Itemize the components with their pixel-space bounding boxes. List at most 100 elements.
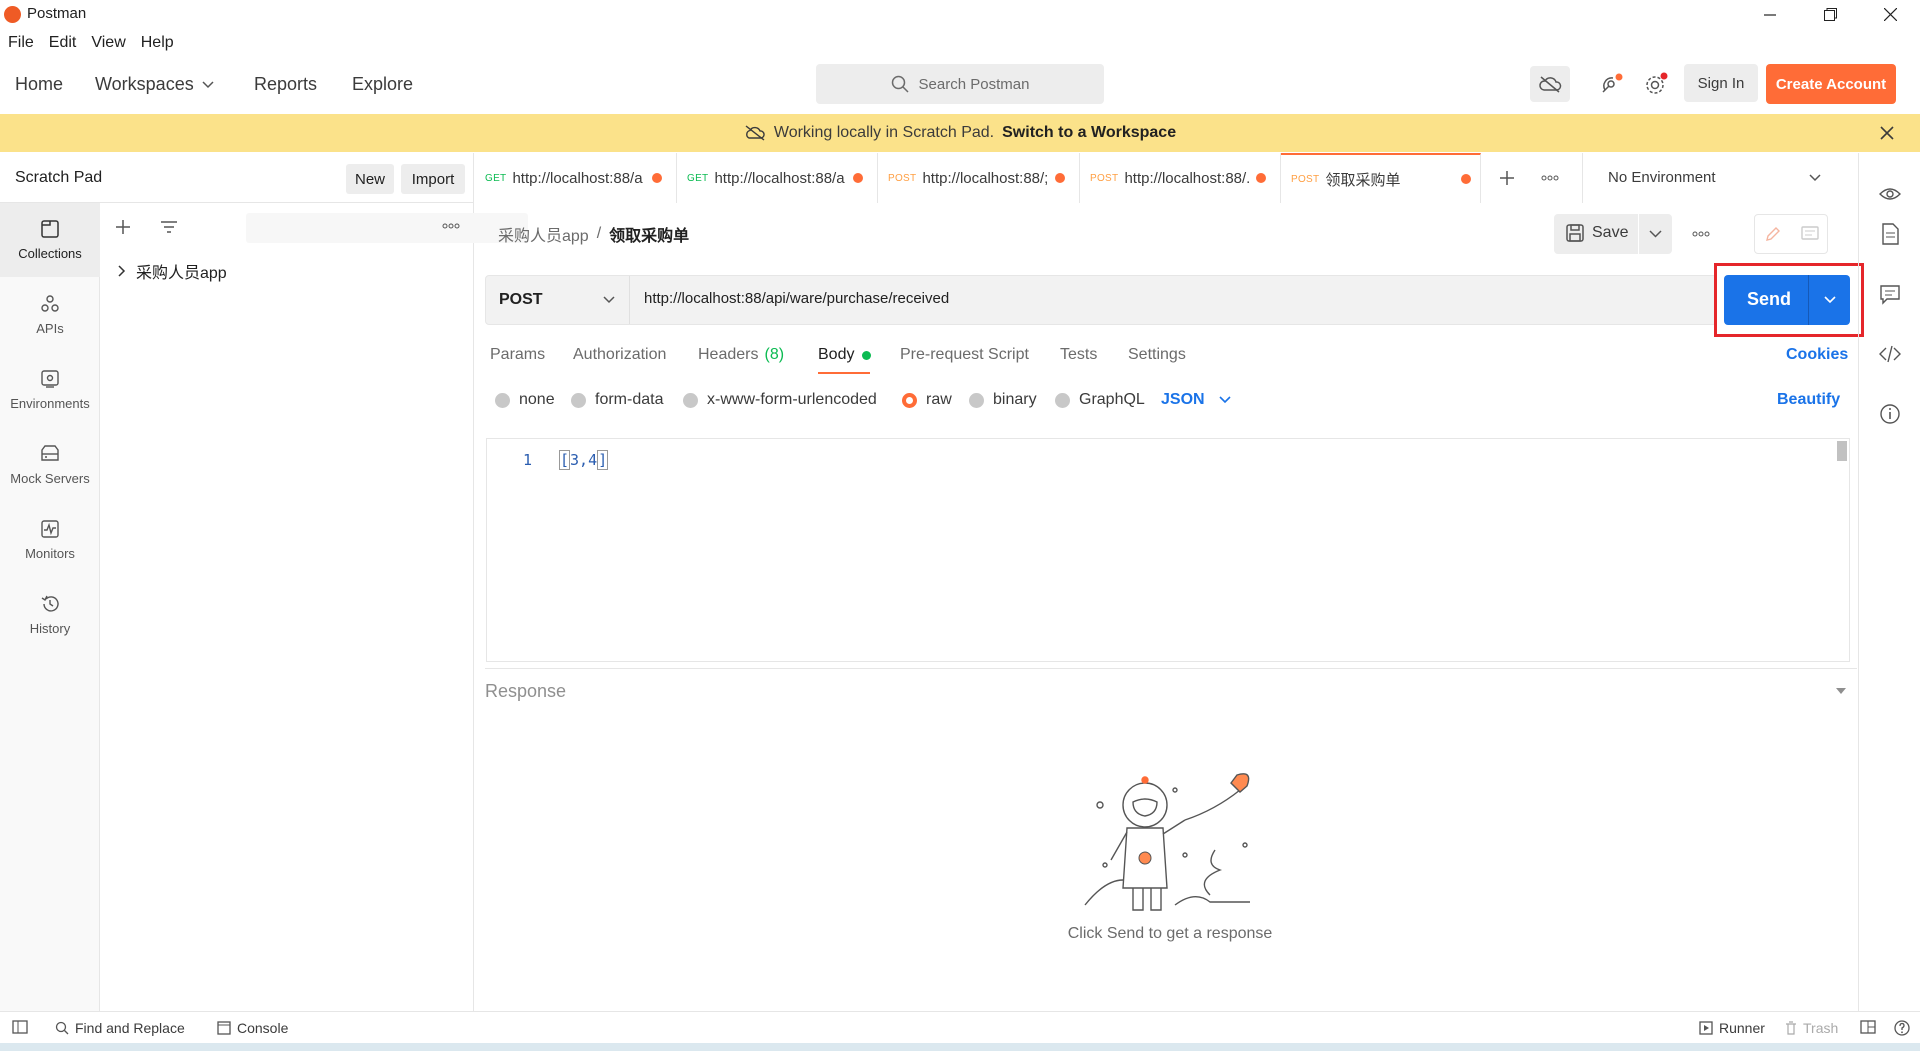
radio-binary[interactable]: binary (969, 391, 1037, 409)
documentation-icon[interactable] (1879, 223, 1901, 245)
cloud-offline-button[interactable] (1530, 66, 1570, 102)
environment-select[interactable]: No Environment (1582, 153, 1840, 203)
radio-graphql[interactable]: GraphQL (1055, 391, 1145, 409)
method-select[interactable]: POST (486, 276, 630, 324)
menu-view[interactable]: View (83, 32, 132, 52)
add-collection-icon[interactable] (115, 219, 131, 235)
tab-request-4[interactable]: POST http://localhost:88/. (1080, 153, 1281, 203)
radio-urlencoded[interactable]: x-www-form-urlencoded (683, 391, 877, 409)
tab-headers[interactable]: Headers (8) (698, 346, 784, 364)
url-input[interactable]: http://localhost:88/api/ware/purchase/re… (644, 290, 949, 307)
cookies-link[interactable]: Cookies (1786, 346, 1848, 364)
search-input[interactable]: Search Postman (816, 64, 1104, 104)
radio-raw[interactable]: raw (902, 391, 952, 409)
minimize-icon[interactable] (1740, 0, 1800, 29)
tab-tests[interactable]: Tests (1060, 346, 1097, 364)
nav-home[interactable]: Home (15, 74, 63, 95)
code-bracket-open: [ (559, 450, 571, 470)
close-icon[interactable] (1860, 0, 1920, 29)
sidebar-item-collections[interactable]: Collections (0, 203, 100, 277)
nav-explore[interactable]: Explore (352, 74, 413, 95)
tab-prerequest-script[interactable]: Pre-request Script (900, 346, 1029, 364)
request-more-icon[interactable] (1692, 231, 1710, 237)
chevron-down-icon (1809, 174, 1821, 182)
settings-button[interactable] (1636, 66, 1676, 102)
tab-authorization[interactable]: Authorization (573, 346, 666, 364)
find-replace-button[interactable]: Find and Replace (55, 1020, 185, 1036)
pencil-icon[interactable] (1765, 226, 1781, 242)
scratchpad-banner: Working locally in Scratch Pad. Switch t… (0, 114, 1920, 152)
new-button[interactable]: New (346, 164, 394, 194)
console-button[interactable]: Console (217, 1020, 288, 1036)
save-dropdown-button[interactable] (1638, 214, 1672, 254)
editor-scrollbar[interactable] (1837, 441, 1847, 461)
sidebar-header: Scratch Pad New Import (0, 153, 474, 203)
trash-icon (1786, 1021, 1796, 1035)
info-icon[interactable] (1879, 403, 1901, 425)
eye-icon[interactable] (1879, 183, 1901, 205)
sidebar-item-history[interactable]: History (0, 578, 100, 652)
tab-more-icon[interactable] (1541, 175, 1559, 181)
postman-logo-icon (4, 6, 21, 23)
create-account-button[interactable]: Create Account (1766, 64, 1896, 104)
tab-body[interactable]: Body (818, 346, 872, 364)
comments-icon[interactable] (1879, 283, 1901, 305)
save-button-content: Save (1566, 224, 1628, 242)
tab-request-1[interactable]: GET http://localhost:88/a (475, 153, 677, 203)
code-icon[interactable] (1879, 343, 1901, 365)
two-pane-icon[interactable] (1860, 1020, 1876, 1034)
tab-request-3[interactable]: POST http://localhost:88/; (878, 153, 1080, 203)
tab-request-5[interactable]: POST 领取采购单 (1281, 153, 1481, 203)
comment-icon[interactable] (1801, 226, 1819, 242)
breadcrumb-parent[interactable]: 采购人员app (498, 222, 589, 246)
menu-edit[interactable]: Edit (41, 32, 84, 52)
beautify-link[interactable]: Beautify (1777, 391, 1840, 409)
save-label: Save (1592, 224, 1629, 241)
sign-in-button[interactable]: Sign In (1684, 64, 1758, 102)
body-editor[interactable]: 1 [3,4] (486, 438, 1850, 662)
active-tab-underline (818, 372, 870, 374)
radio-circle (969, 392, 984, 408)
breadcrumb-current[interactable]: 领取采购单 (609, 222, 689, 246)
satellite-icon (1602, 73, 1623, 93)
unsaved-dot-icon (1055, 173, 1065, 183)
import-button[interactable]: Import (401, 164, 465, 194)
menu-file[interactable]: File (0, 32, 41, 52)
format-select[interactable]: JSON (1161, 391, 1231, 409)
method-label: POST (499, 291, 543, 308)
banner-close-icon[interactable] (1880, 126, 1894, 140)
save-button[interactable]: Save (1554, 214, 1672, 254)
more-options-icon[interactable] (442, 223, 460, 229)
menu-help[interactable]: Help (133, 32, 181, 52)
tab-request-2[interactable]: GET http://localhost:88/a (677, 153, 878, 203)
new-tab-icon[interactable] (1499, 170, 1515, 186)
help-icon[interactable] (1894, 1020, 1910, 1036)
filter-input[interactable] (246, 213, 528, 243)
switch-workspace-link[interactable]: Switch to a Workspace (1002, 124, 1176, 142)
sidebar-item-environments[interactable]: Environments (0, 353, 100, 427)
banner-text: Working locally in Scratch Pad. (773, 124, 995, 141)
sidebar-item-monitors[interactable]: Monitors (0, 503, 100, 577)
restore-icon[interactable] (1800, 0, 1860, 29)
tab-params[interactable]: Params (490, 346, 545, 364)
runner-button[interactable]: Runner (1699, 1020, 1765, 1036)
tab-settings[interactable]: Settings (1128, 346, 1186, 364)
radio-none[interactable]: none (495, 391, 555, 409)
collections-icon (41, 220, 59, 238)
nav-workspaces[interactable]: Workspaces (95, 74, 214, 95)
trash-button[interactable]: Trash (1785, 1020, 1838, 1036)
radio-circle (1055, 392, 1070, 408)
collapse-caret-icon[interactable] (1835, 687, 1847, 695)
satellite-button[interactable] (1592, 66, 1632, 102)
nav-reports[interactable]: Reports (254, 74, 317, 95)
radio-form-data[interactable]: form-data (571, 391, 663, 409)
collection-item[interactable]: 采购人员app (118, 259, 227, 283)
cloud-offline-icon (745, 125, 765, 141)
tab-headers-label: Headers (698, 346, 759, 363)
toggle-sidebar-icon[interactable] (12, 1020, 28, 1034)
unsaved-dot-icon (853, 173, 863, 183)
sidebar-item-apis[interactable]: APIs (0, 278, 100, 352)
chevron-down-icon (1649, 230, 1662, 238)
filter-icon[interactable] (160, 220, 178, 234)
sidebar-item-mock-servers[interactable]: Mock Servers (0, 428, 100, 502)
